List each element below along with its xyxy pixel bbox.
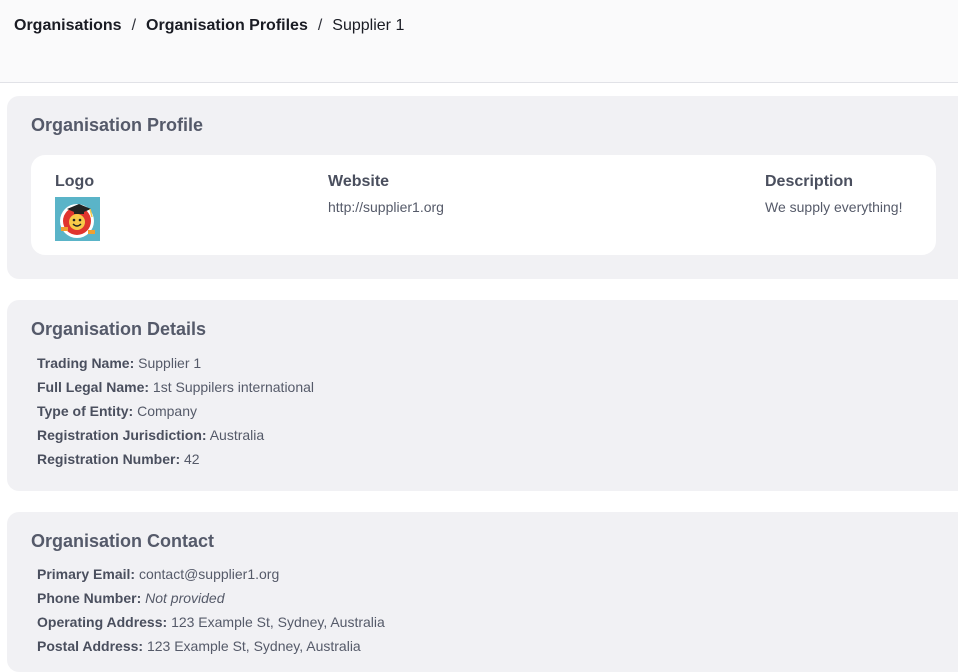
description-value: We supply everything! bbox=[765, 199, 903, 215]
detail-value: Company bbox=[137, 403, 197, 419]
detail-label: Registration Number: bbox=[37, 451, 181, 467]
breadcrumb-organisation-profiles-link[interactable]: Organisation Profiles bbox=[146, 17, 308, 35]
detail-label: Registration Jurisdiction: bbox=[37, 427, 207, 443]
website-column: Website http://supplier1.org bbox=[328, 173, 444, 215]
profile-info-panel: Logo Website http://supplier1.org Descri… bbox=[31, 155, 936, 255]
contact-value: Not provided bbox=[145, 590, 225, 606]
breadcrumb-separator: / bbox=[131, 17, 137, 34]
contact-label: Postal Address: bbox=[37, 638, 144, 654]
contact-list: Primary Email: contact@supplier1.org Pho… bbox=[37, 566, 385, 662]
organisation-details-heading: Organisation Details bbox=[31, 319, 207, 339]
detail-label: Full Legal Name: bbox=[37, 379, 150, 395]
contact-row-email: Primary Email: contact@supplier1.org bbox=[37, 566, 385, 590]
detail-row-trading-name: Trading Name: Supplier 1 bbox=[37, 355, 314, 379]
organisation-details-card: Organisation Details Trading Name: Suppl… bbox=[7, 300, 958, 491]
logo-emoji-icon bbox=[55, 197, 100, 241]
detail-label: Trading Name: bbox=[37, 355, 135, 371]
description-label: Description bbox=[765, 173, 854, 190]
detail-value: Supplier 1 bbox=[138, 355, 202, 371]
detail-row-jurisdiction: Registration Jurisdiction: Australia bbox=[37, 427, 314, 451]
logo-column: Logo bbox=[55, 173, 100, 241]
detail-value: Australia bbox=[209, 427, 265, 443]
contact-row-operating-address: Operating Address: 123 Example St, Sydne… bbox=[37, 614, 385, 638]
breadcrumb-separator: / bbox=[317, 17, 323, 34]
website-label: Website bbox=[328, 173, 390, 190]
organisation-profile-heading: Organisation Profile bbox=[31, 115, 204, 135]
contact-label: Phone Number: bbox=[37, 590, 142, 606]
top-bar: Organisations / Organisation Profiles / … bbox=[0, 0, 958, 83]
contact-label: Operating Address: bbox=[37, 614, 168, 630]
detail-value: 42 bbox=[184, 451, 200, 467]
website-value[interactable]: http://supplier1.org bbox=[328, 199, 444, 215]
breadcrumb: Organisations / Organisation Profiles / … bbox=[14, 17, 404, 35]
logo-label: Logo bbox=[55, 173, 95, 190]
details-list: Trading Name: Supplier 1 Full Legal Name… bbox=[37, 355, 314, 475]
organisation-contact-card: Organisation Contact Primary Email: cont… bbox=[7, 512, 958, 672]
breadcrumb-organisations-link[interactable]: Organisations bbox=[14, 17, 122, 35]
description-column: Description We supply everything! bbox=[765, 173, 902, 215]
contact-value: contact@supplier1.org bbox=[138, 566, 280, 582]
detail-row-legal-name: Full Legal Name: 1st Suppilers internati… bbox=[37, 379, 314, 403]
contact-row-phone: Phone Number: Not provided bbox=[37, 590, 385, 614]
organisation-logo bbox=[55, 197, 100, 241]
detail-label: Type of Entity: bbox=[37, 403, 134, 419]
contact-value: 123 Example St, Sydney, Australia bbox=[146, 638, 361, 654]
contact-value: 123 Example St, Sydney, Australia bbox=[171, 614, 385, 630]
detail-value: 1st Suppilers international bbox=[152, 379, 315, 395]
contact-row-postal-address: Postal Address: 123 Example St, Sydney, … bbox=[37, 638, 385, 662]
breadcrumb-current: Supplier 1 bbox=[332, 17, 405, 34]
organisation-contact-heading: Organisation Contact bbox=[31, 531, 215, 551]
detail-row-entity-type: Type of Entity: Company bbox=[37, 403, 314, 427]
contact-label: Primary Email: bbox=[37, 566, 136, 582]
detail-row-registration-number: Registration Number: 42 bbox=[37, 451, 314, 475]
organisation-profile-card: Organisation Profile Logo Website http:/… bbox=[7, 96, 958, 279]
